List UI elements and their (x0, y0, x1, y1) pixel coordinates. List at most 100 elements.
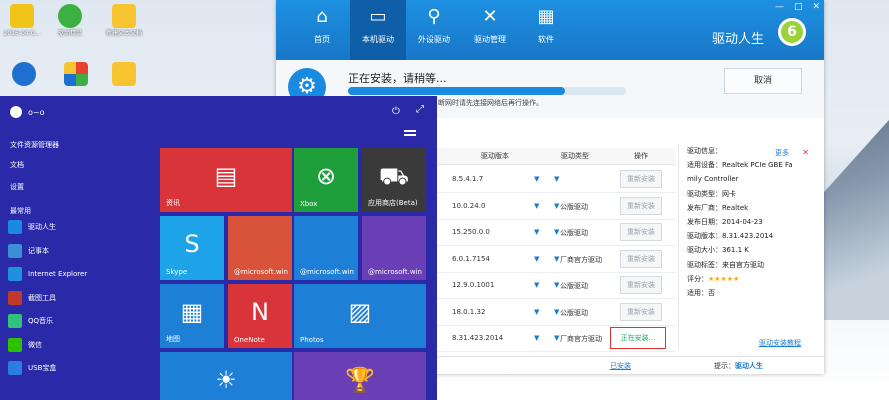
tile-microsoft-3[interactable]: @microsoft.win (362, 216, 426, 280)
desktop-icon[interactable]: 2016-04-0... (2, 4, 42, 38)
tile-skype[interactable]: S Skype (160, 216, 224, 280)
footer-note: 提示：驱动人生 (714, 361, 763, 371)
start-app-item[interactable]: Internet Explorer (8, 265, 87, 283)
desktop-icon[interactable] (4, 62, 44, 88)
start-app-item[interactable]: 驱动人生 (8, 218, 56, 236)
chevron-down-icon[interactable]: ▼ (554, 228, 559, 236)
chevron-down-icon[interactable]: ▼ (554, 175, 559, 183)
detail-line: 驱动版本：8.31.423.2014 (687, 232, 774, 241)
reinstall-button[interactable]: 重新安装 (620, 223, 662, 241)
chevron-down-icon[interactable]: ▼ (534, 255, 539, 263)
app-icon (64, 62, 88, 86)
close-icon[interactable]: ✕ (802, 148, 809, 157)
cancel-button[interactable]: 取消 (724, 68, 802, 94)
usb-icon: ⚲ (427, 6, 441, 27)
minimize-icon[interactable]: — (775, 2, 784, 12)
install-status-subtitle: 断网时请先连接网络后再行操作。 (438, 99, 543, 107)
installing-button[interactable]: 正在安装... (610, 327, 666, 349)
tile-microsoft-2[interactable]: @microsoft.win (294, 216, 358, 280)
start-app-item[interactable]: 截图工具 (8, 289, 56, 307)
nav-software[interactable]: ▦ 软件 (518, 0, 574, 60)
install-progress-bar (348, 87, 626, 95)
menu-icon[interactable] (404, 130, 416, 138)
shortcut-icon (112, 4, 136, 28)
column-header-action: 操作 (634, 152, 648, 160)
chevron-down-icon[interactable]: ▼ (554, 255, 559, 263)
tile-xbox[interactable]: ⊗ Xbox (294, 148, 358, 212)
user-account[interactable]: o~o (10, 106, 45, 118)
chevron-down-icon[interactable]: ▼ (534, 334, 539, 342)
tile-onenote[interactable]: N OneNote (228, 284, 292, 348)
app-icon (8, 220, 22, 234)
home-icon: ⌂ (316, 6, 328, 27)
reinstall-button[interactable]: 重新安装 (620, 196, 662, 215)
driver-version: 8.5.4.1.7 (452, 175, 484, 183)
close-icon[interactable]: ✕ (812, 2, 820, 12)
tile-photos[interactable]: ▨ Photos (294, 284, 426, 348)
detail-line: 发布厂商：Realtek (687, 203, 749, 212)
tile-icon: ⛟ (378, 162, 410, 190)
tile-weather[interactable]: ☀ (160, 352, 292, 400)
tile-microsoft-1[interactable]: @microsoft.win (228, 216, 292, 280)
desktop-icon[interactable] (56, 62, 96, 88)
start-link-documents[interactable]: 文档 (10, 160, 24, 170)
tile-icon: 🏆 (345, 366, 375, 394)
nav-home[interactable]: ⌂ 首页 (294, 0, 350, 60)
power-icon[interactable]: ⏻ (392, 106, 400, 117)
reinstall-button[interactable]: 重新安装 (620, 249, 662, 268)
nav-label: 外设驱动 (418, 35, 450, 44)
chevron-down-icon[interactable]: ▼ (534, 308, 539, 316)
start-app-item[interactable]: 记事本 (8, 242, 49, 260)
more-link[interactable]: 更多 (775, 148, 789, 158)
chevron-down-icon[interactable]: ▼ (554, 202, 559, 210)
user-name: o~o (28, 107, 45, 117)
driver-type: 公版驱动 (560, 202, 588, 211)
maximize-icon[interactable]: □ (794, 2, 803, 12)
chevron-down-icon[interactable]: ▼ (554, 281, 559, 289)
reinstall-button[interactable]: 重新安装 (620, 302, 662, 321)
driver-type: 公版驱动 (560, 308, 588, 317)
install-guide-link[interactable]: 驱动安装教程 (759, 338, 801, 348)
tile-maps[interactable]: ▦ 地图 (160, 284, 224, 348)
detail-line: 驱动大小：361.1 K (687, 246, 749, 255)
main-nav: ⌂ 首页 ▭ 本机驱动 ⚲ 外设驱动 ✕ 驱动管理 ▦ 软件 (294, 0, 574, 60)
tile-store[interactable]: ⛟ 应用商店(Beta) (362, 148, 426, 212)
desktop-icon[interactable]: 新建文本文档 (104, 4, 144, 38)
driver-detail-panel: 更多 ✕ 驱动信息： 适用设备：Realtek PCIe GBE Fa mily… (678, 144, 819, 350)
detail-line: mily Controller (687, 175, 739, 184)
tile-label: 资讯 (166, 199, 180, 207)
chevron-down-icon[interactable]: ▼ (554, 308, 559, 316)
expand-icon[interactable]: ⤢ (416, 104, 424, 115)
detail-line: 驱动标签：来自官方驱动 (687, 260, 764, 269)
chevron-down-icon[interactable]: ▼ (554, 334, 559, 342)
nav-peripheral-drivers[interactable]: ⚲ 外设驱动 (406, 0, 462, 60)
tile-label: @microsoft.win (368, 268, 422, 276)
chevron-down-icon[interactable]: ▼ (534, 281, 539, 289)
installed-link[interactable]: 已安装 (610, 361, 631, 371)
tile-achievements[interactable]: 🏆 (294, 352, 426, 400)
desktop-icon[interactable]: 驱动精灵 (50, 4, 90, 38)
start-app-item[interactable]: 微信 (8, 336, 42, 354)
tile-icon: N (251, 298, 269, 326)
nav-local-drivers[interactable]: ▭ 本机驱动 (350, 0, 406, 60)
chevron-down-icon[interactable]: ▼ (534, 175, 539, 183)
rating-label: 评分： (687, 274, 708, 283)
detail-line: 驱动信息： (687, 147, 722, 155)
start-app-label: 记事本 (28, 246, 49, 255)
start-link-settings[interactable]: 设置 (10, 182, 24, 192)
reinstall-button[interactable]: 重新安装 (620, 276, 662, 294)
nav-driver-management[interactable]: ✕ 驱动管理 (462, 0, 518, 60)
start-app-item[interactable]: QQ音乐 (8, 312, 53, 330)
start-app-item[interactable]: USB宝盒 (8, 359, 56, 377)
start-app-label: Internet Explorer (28, 270, 88, 278)
desktop-icon[interactable] (104, 62, 144, 88)
driver-version: 10.0.24.0 (452, 201, 486, 210)
driver-version: 12.9.0.1001 (452, 281, 495, 289)
start-link-file-explorer[interactable]: 文件资源管理器 (10, 140, 59, 150)
chevron-down-icon[interactable]: ▼ (534, 228, 539, 236)
chevron-down-icon[interactable]: ▼ (534, 202, 539, 210)
tile-news[interactable]: ▤ 资讯 (160, 148, 292, 212)
app-icon (8, 361, 22, 375)
reinstall-button[interactable]: 重新安装 (620, 170, 662, 188)
install-status-title: 正在安装，请稍等... (348, 72, 447, 85)
